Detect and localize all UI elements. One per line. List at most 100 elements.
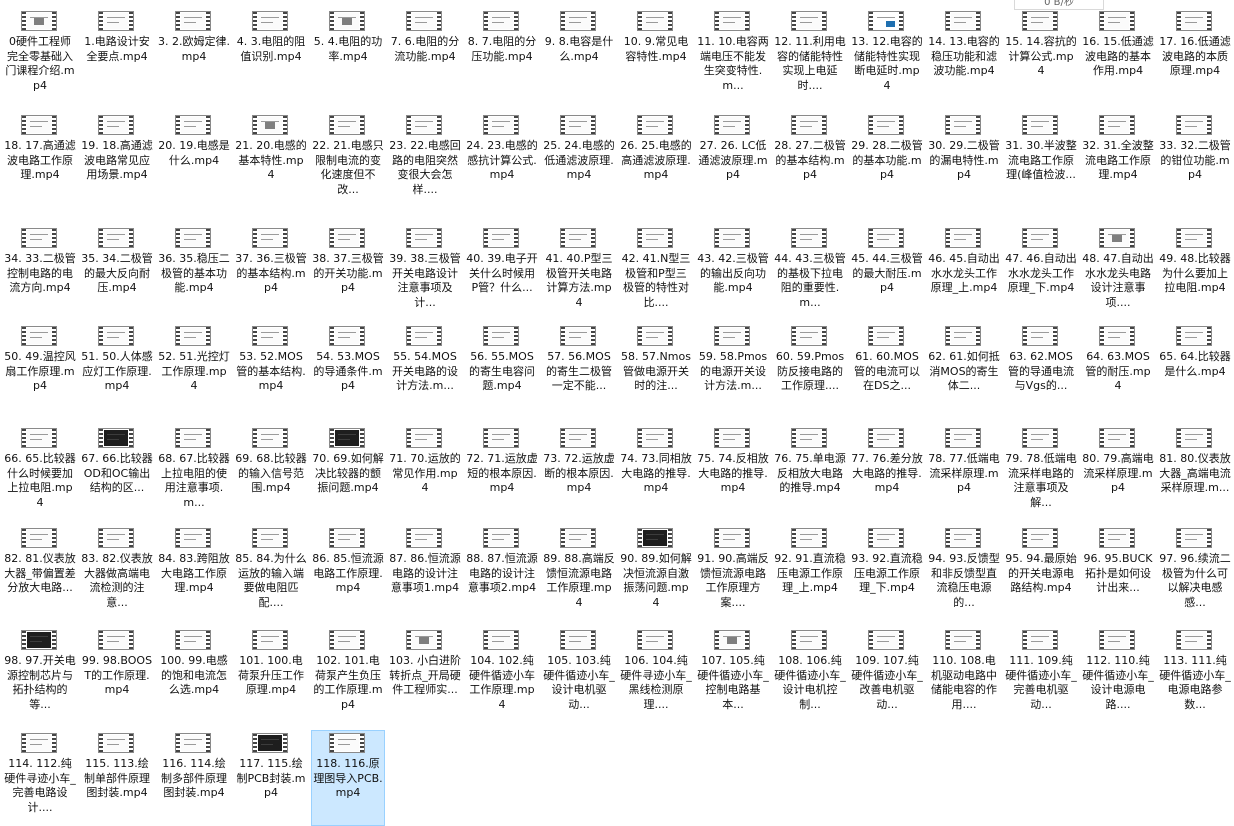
video-file-item[interactable]: 18. 17.高通滤波电路工作原理.mp4 [3,112,77,208]
video-file-item[interactable]: 96. 95.BUCK拓扑是如何设计出来... [1081,525,1155,621]
video-file-item[interactable]: 47. 46.自动出水水龙头工作原理_下.mp4 [1004,225,1078,321]
video-file-item[interactable]: 74. 73.同相放大电路的推导.mp4 [619,425,693,521]
video-file-item[interactable]: 21. 20.电感的基本特性.mp4 [234,112,308,208]
video-file-item[interactable]: 85. 84.为什么运放的输入端要做电阻匹配.... [234,525,308,621]
video-file-item[interactable]: 106. 104.纯硬件寻迹小车_黑线检测原理.... [619,627,693,723]
video-file-item[interactable]: 38. 37.三极管的开关功能.mp4 [311,225,385,321]
video-file-item[interactable]: 51. 50.人体感应灯工作原理.mp4 [80,323,154,419]
video-file-item[interactable]: 13. 12.电容的储能特性实现断电延时.mp4 [850,8,924,104]
video-file-item[interactable]: 22. 21.电感只限制电流的变化速度但不改... [311,112,385,208]
video-file-item[interactable]: 102. 101.电荷泵产生负压的工作原理.mp4 [311,627,385,723]
video-file-item[interactable]: 8. 7.电阻的分压功能.mp4 [465,8,539,104]
video-file-item[interactable]: 68. 67.比较器上拉电阻的使用注意事项.m... [157,425,231,521]
video-file-item[interactable]: 25. 24.电感的低通滤波原理.mp4 [542,112,616,208]
video-file-item[interactable]: 27. 26. LC低通滤波原理.mp4 [696,112,770,208]
video-file-item[interactable]: 28. 27.二极管的基本结构.mp4 [773,112,847,208]
video-file-item[interactable]: 115. 113.绘制单部件原理图封装.mp4 [80,730,154,826]
video-file-item[interactable]: 23. 22.电感回路的电阻突然变很大会怎样.... [388,112,462,208]
video-file-item[interactable]: 107. 105.纯硬件循迹小车_控制电路基本... [696,627,770,723]
video-file-item[interactable]: 3. 2.欧姆定律.mp4 [157,8,231,104]
video-file-item[interactable]: 71. 70.运放的常见作用.mp4 [388,425,462,521]
video-file-item[interactable]: 65. 64.比较器是什么.mp4 [1158,323,1232,419]
video-file-item[interactable]: 72. 71.运放虚短的根本原因.mp4 [465,425,539,521]
video-file-item[interactable]: 109. 107.纯硬件循迹小车_改善电机驱动... [850,627,924,723]
video-file-item[interactable]: 61. 60.MOS管的电流可以在DS之... [850,323,924,419]
video-file-item[interactable]: 98. 97.开关电源控制芯片与拓扑结构的等... [3,627,77,723]
video-file-item[interactable]: 78. 77.低端电流采样原理.mp4 [927,425,1001,521]
video-file-item[interactable]: 66. 65.比较器什么时候要加上拉电阻.mp4 [3,425,77,521]
video-file-item[interactable]: 60. 59.Pmos防反接电路的工作原理.... [773,323,847,419]
video-file-item[interactable]: 9. 8.电容是什么.mp4 [542,8,616,104]
video-file-item[interactable]: 39. 38.三极管开关电路设计注意事项及计... [388,225,462,321]
video-file-item[interactable]: 34. 33.二极管控制电路的电流方向.mp4 [3,225,77,321]
video-file-item[interactable]: 100. 99.电感的饱和电流怎么选.mp4 [157,627,231,723]
video-file-item[interactable]: 101. 100.电荷泵升压工作原理.mp4 [234,627,308,723]
video-file-item[interactable]: 32. 31.全波整流电路工作原理.mp4 [1081,112,1155,208]
video-file-item[interactable]: 46. 45.自动出水水龙头工作原理_上.mp4 [927,225,1001,321]
video-file-item[interactable]: 92. 91.直流稳压电源工作原理_上.mp4 [773,525,847,621]
video-file-item[interactable]: 76. 75.单电源反相放大电路的推导.mp4 [773,425,847,521]
video-file-item[interactable]: 111. 109.纯硬件循迹小车_完善电机驱动... [1004,627,1078,723]
video-file-item[interactable]: 56. 55.MOS的寄生电容问题.mp4 [465,323,539,419]
video-file-item[interactable]: 7. 6.电阻的分流功能.mp4 [388,8,462,104]
video-file-item[interactable]: 49. 48.比较器为什么要加上拉电阻.mp4 [1158,225,1232,321]
video-file-item[interactable]: 63. 62.MOS管的导通电流与Vgs的... [1004,323,1078,419]
video-file-item[interactable]: 36. 35.稳压二极管的基本功能.mp4 [157,225,231,321]
video-file-item[interactable]: 0硬件工程师完全零基础入门课程介绍.mp4 [3,8,77,104]
video-file-item[interactable]: 37. 36.三极管的基本结构.mp4 [234,225,308,321]
video-file-item[interactable]: 16. 15.低通滤波电路的基本作用.mp4 [1081,8,1155,104]
video-file-item[interactable]: 118. 116.原理图导入PCB.mp4 [311,730,385,826]
video-file-item[interactable]: 4. 3.电阻的阻值识别.mp4 [234,8,308,104]
video-file-item[interactable]: 88. 87.恒流源电路的设计注意事项2.mp4 [465,525,539,621]
video-file-item[interactable]: 86. 85.恒流源电路工作原理.mp4 [311,525,385,621]
video-file-item[interactable]: 69. 68.比较器的输入信号范围.mp4 [234,425,308,521]
video-file-item[interactable]: 62. 61.如何抵消MOS的寄生体二... [927,323,1001,419]
video-file-item[interactable]: 113. 111.纯硬件循迹小车_电源电路参数... [1158,627,1232,723]
video-file-item[interactable]: 77. 76.差分放大电路的推导.mp4 [850,425,924,521]
video-file-item[interactable]: 59. 58.Pmos的电源开关设计方法.m... [696,323,770,419]
video-file-item[interactable]: 89. 88.高端反馈恒流源电路工作原理.mp4 [542,525,616,621]
video-file-item[interactable]: 104. 102.纯硬件循迹小车工作原理.mp4 [465,627,539,723]
video-file-item[interactable]: 83. 82.仪表放大器做高端电流检测的注意... [80,525,154,621]
video-file-item[interactable]: 84. 83.跨阻放大电路工作原理.mp4 [157,525,231,621]
video-file-item[interactable]: 70. 69.如何解决比较器的颤振问题.mp4 [311,425,385,521]
video-file-item[interactable]: 35. 34.二极管的最大反向耐压.mp4 [80,225,154,321]
video-file-item[interactable]: 97. 96.续流二极管为什么可以解决电感感... [1158,525,1232,621]
video-file-item[interactable]: 79. 78.低端电流采样电路的注意事项及解... [1004,425,1078,521]
video-file-item[interactable]: 29. 28.二极管的基本功能.mp4 [850,112,924,208]
video-file-item[interactable]: 58. 57.Nmos管做电源开关时的注... [619,323,693,419]
video-file-item[interactable]: 95. 94.最原始的开关电源电路结构.mp4 [1004,525,1078,621]
video-file-item[interactable]: 12. 11.利用电容的储能特性实现上电延时.... [773,8,847,104]
video-file-item[interactable]: 44. 43.三极管的基极下拉电阻的重要性.m... [773,225,847,321]
video-file-item[interactable]: 43. 42.三极管的输出反向功能.mp4 [696,225,770,321]
video-file-item[interactable]: 26. 25.电感的高通滤波原理.mp4 [619,112,693,208]
video-file-item[interactable]: 64. 63.MOS管的耐压.mp4 [1081,323,1155,419]
video-file-item[interactable]: 103. 小白进阶转折点_开局硬件工程师实... [388,627,462,723]
video-file-item[interactable]: 55. 54.MOS开关电路的设计方法.m... [388,323,462,419]
video-file-item[interactable]: 87. 86.恒流源电路的设计注意事项1.mp4 [388,525,462,621]
video-file-item[interactable]: 40. 39.电子开关什么时候用P管？什么... [465,225,539,321]
video-file-item[interactable]: 42. 41.N型三极管和P型三极管的特性对比.... [619,225,693,321]
video-file-item[interactable]: 57. 56.MOS的寄生二极管一定不能... [542,323,616,419]
video-file-item[interactable]: 48. 47.自动出水水龙头电路设计注意事项.... [1081,225,1155,321]
video-file-item[interactable]: 15. 14.容抗的计算公式.mp4 [1004,8,1078,104]
video-file-item[interactable]: 5. 4.电阻的功率.mp4 [311,8,385,104]
video-file-item[interactable]: 117. 115.绘制PCB封装.mp4 [234,730,308,826]
video-file-item[interactable]: 75. 74.反相放大电路的推导.mp4 [696,425,770,521]
video-file-item[interactable]: 105. 103.纯硬件循迹小车_设计电机驱动... [542,627,616,723]
video-file-item[interactable]: 114. 112.纯硬件寻迹小车_完善电路设计.... [3,730,77,826]
video-file-item[interactable]: 33. 32.二极管的钳位功能.mp4 [1158,112,1232,208]
video-file-item[interactable]: 82. 81.仪表放大器_带偏置差分放大电路... [3,525,77,621]
video-file-item[interactable]: 99. 98.BOOST的工作原理.mp4 [80,627,154,723]
video-file-item[interactable]: 73. 72.运放虚断的根本原因.mp4 [542,425,616,521]
video-file-item[interactable]: 41. 40.P型三极管开关电路计算方法.mp4 [542,225,616,321]
video-file-item[interactable]: 24. 23.电感的感抗计算公式.mp4 [465,112,539,208]
video-file-item[interactable]: 50. 49.温控风扇工作原理.mp4 [3,323,77,419]
video-file-item[interactable]: 30. 29.二极管的漏电特性.mp4 [927,112,1001,208]
video-file-item[interactable]: 108. 106.纯硬件循迹小车_设计电机控制... [773,627,847,723]
video-file-item[interactable]: 81. 80.仪表放大器_高端电流采样原理.m... [1158,425,1232,521]
video-file-item[interactable]: 45. 44.三极管的最大耐压.mp4 [850,225,924,321]
video-file-item[interactable]: 11. 10.电容两端电压不能发生突变特性.m... [696,8,770,104]
video-file-item[interactable]: 20. 19.电感是什么.mp4 [157,112,231,208]
video-file-item[interactable]: 110. 108.电机驱动电路中储能电容的作用.... [927,627,1001,723]
